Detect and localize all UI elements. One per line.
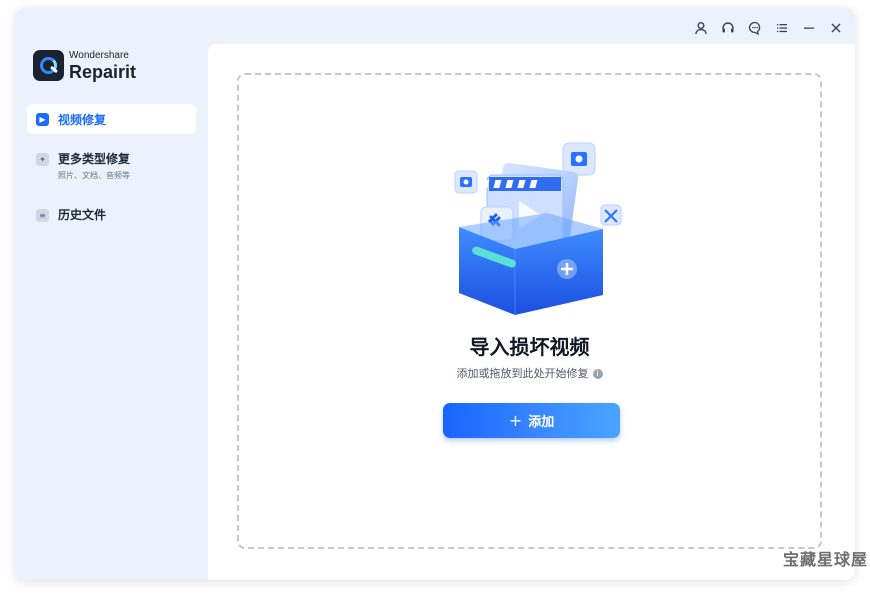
app-window: Wondershare Repairit ▶ 视频修复 ✦ 更多类型修复 照片、…: [15, 8, 855, 580]
document-icon: ≡: [36, 209, 49, 222]
plus-icon: +: [508, 411, 523, 430]
brand-name: Repairit: [69, 61, 137, 82]
brand-small-text: Wondershare: [69, 49, 129, 61]
sidebar-item-history[interactable]: ≡ 历史文件: [27, 206, 196, 226]
video-repair-illustration-icon: [454, 142, 622, 315]
sidebar-item-label: 更多类型修复: [58, 152, 131, 166]
play-icon: ▶: [36, 112, 49, 126]
drop-zone-title: 导入损坏视频: [469, 335, 590, 359]
file-drop-zone[interactable]: 导入损坏视频 添加或拖放到此处开始修复 i + 添加: [237, 73, 822, 549]
menu-icon[interactable]: [772, 18, 791, 37]
sidebar-item-label: 视频修复: [58, 112, 107, 127]
minimize-icon[interactable]: [799, 18, 818, 37]
sidebar-item-more-repair[interactable]: ✦ 更多类型修复 照片、文档、音频等: [27, 150, 196, 186]
main-panel: 导入损坏视频 添加或拖放到此处开始修复 i + 添加: [208, 44, 855, 580]
info-icon[interactable]: i: [592, 369, 603, 379]
repairit-logo-icon: [33, 50, 64, 81]
add-file-button[interactable]: + 添加: [443, 403, 620, 438]
sidebar-item-sublabel: 照片、文档、音频等: [58, 171, 130, 180]
sidebar: Wondershare Repairit ▶ 视频修复 ✦ 更多类型修复 照片、…: [15, 8, 208, 580]
user-icon[interactable]: [691, 18, 710, 37]
app-logo: Wondershare Repairit: [33, 50, 136, 81]
sidebar-item-label: 历史文件: [58, 208, 107, 222]
drop-zone-subtitle: 添加或拖放到此处开始修复 i: [239, 365, 820, 381]
chat-icon[interactable]: [745, 18, 764, 37]
close-icon[interactable]: [826, 18, 845, 37]
add-file-button-label: 添加: [528, 415, 555, 430]
window-toolbar: [691, 18, 845, 37]
watermark-text: 宝藏星球屋: [782, 550, 868, 569]
sidebar-item-video-repair[interactable]: ▶ 视频修复: [27, 104, 196, 134]
headset-icon[interactable]: [718, 18, 737, 37]
wrench-icon: ✦: [36, 153, 49, 166]
drop-zone-hint: 添加或拖放到此处开始修复: [456, 367, 589, 380]
